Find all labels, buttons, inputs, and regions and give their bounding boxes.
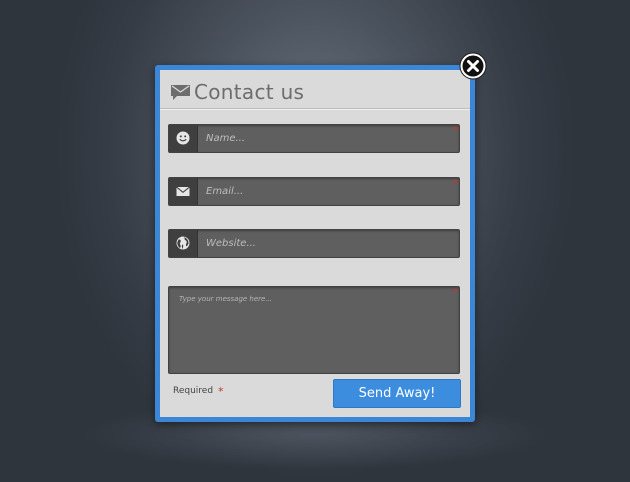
- website-field: [168, 229, 460, 258]
- envelope-icon: [171, 85, 190, 100]
- smiley-icon: [176, 131, 190, 145]
- website-input[interactable]: [198, 230, 448, 257]
- contact-modal: Contact us * *: [155, 65, 475, 422]
- website-icon-box: [169, 230, 198, 257]
- name-icon-box: [169, 125, 198, 152]
- page-title: Contact us: [194, 80, 305, 104]
- required-star-icon: *: [452, 177, 459, 190]
- contact-form-panel: Contact us * *: [160, 70, 470, 417]
- modal-header: Contact us: [160, 70, 470, 109]
- close-button[interactable]: [459, 52, 487, 80]
- message-field: *: [168, 286, 460, 374]
- required-star-icon: *: [452, 124, 459, 137]
- name-input[interactable]: [198, 125, 448, 152]
- required-star-icon: *: [218, 385, 224, 398]
- envelope-icon: [176, 186, 190, 196]
- required-star-icon: *: [452, 286, 459, 299]
- globe-icon: [176, 236, 190, 250]
- email-input[interactable]: [198, 178, 448, 205]
- close-icon: [459, 52, 487, 80]
- message-textarea[interactable]: [169, 287, 447, 371]
- send-button[interactable]: Send Away!: [333, 379, 461, 408]
- email-field: *: [168, 177, 460, 206]
- email-icon-box: [169, 178, 198, 205]
- name-field: *: [168, 124, 460, 153]
- required-note: Required: [173, 386, 214, 396]
